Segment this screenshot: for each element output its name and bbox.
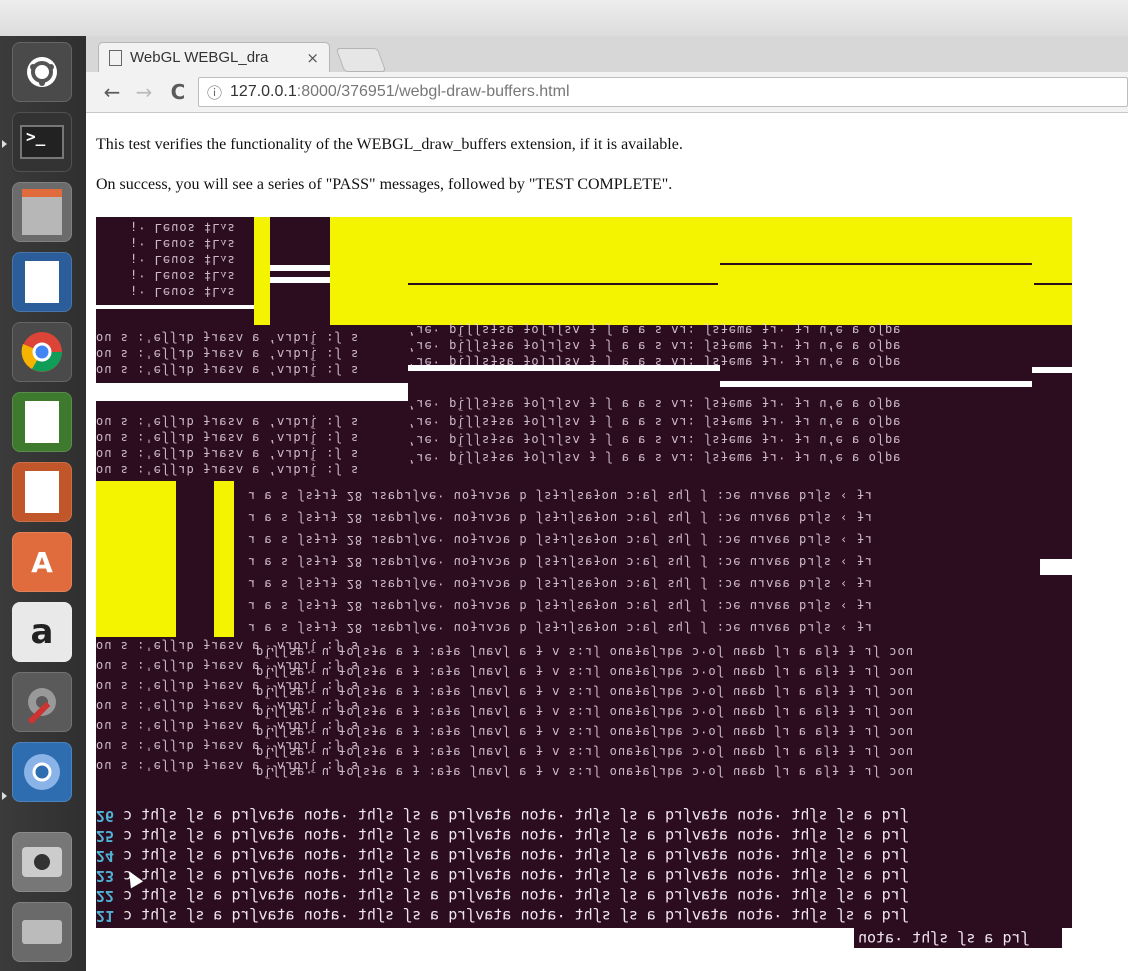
description-line-2: On success, you will see a series of "PA…	[96, 176, 673, 193]
white-stripe	[720, 381, 1032, 387]
glyph-row: pḹʃʃsɐ· u ɟoʃsɟɐ ɐ ɟ :ɐɟɐ ʃuɐʌʃ ɐ ɟ ʌ s:…	[256, 665, 914, 679]
glyph-row: pḹʃʃsɐ· u ɟoʃsɟɐ ɐ ɟ :ɐɟɐ ʃuɐʌʃ ɐ ɟ ʌ s:…	[256, 645, 914, 659]
files-icon[interactable]	[12, 182, 72, 242]
white-stripe	[270, 277, 330, 283]
browser-toolbar: ← → C ⓘ 127.0.0.1:8000/376951/webgl-draw…	[86, 72, 1128, 113]
glyph-row: ɹ ɐ s ʃsɟɹɟ 28 ɹsɐpɹʃʌe· uoɟɹʌɔɐ b ʃsɟɹʃ…	[248, 555, 874, 569]
terminal-row: 21 ɔ ʇɥʃs ʃs ɐ bɹʃʌɐʇɐ uoʇɐ· ʇɥʃs ʃs ɐ b…	[96, 905, 1072, 925]
terminal-row: 22 ɔ ʇɥʃs ʃs ɐ bɹʃʌɐʇɐ uoʇɐ· ʇɥʃs ʃs ɐ b…	[96, 885, 1072, 905]
white-stripe	[408, 365, 720, 371]
line-number: 22	[96, 887, 115, 905]
active-indicator	[2, 140, 7, 148]
drive-icon[interactable]	[12, 902, 72, 962]
glyph-row: ɹ ɐ s ʃsɟɹɟ 28 ɹsɐpɹʃʌe· uoɟɹʌɔɐ b ʃsɟɹʃ…	[248, 621, 874, 635]
writer-icon[interactable]	[12, 252, 72, 312]
tab-title: WebGL WEBGL_dra	[130, 49, 269, 66]
calc-icon[interactable]	[12, 392, 72, 452]
dark-line	[1034, 283, 1072, 285]
yellow-block	[254, 217, 270, 325]
terminal-text: ɔ ʇɥʃs ʃs ɐ bɹʃʌɐʇɐ uoʇɐ· ʇɥʃs ʃs ɐ bɹʃʌ…	[123, 827, 909, 845]
glyph-row: pḹʃʃsɐ· u ɟoʃsɟɐ ɐ ɟ :ɐɟɐ ʃuɐʌʃ ɐ ɟ ʌ s:…	[256, 705, 914, 719]
white-stripe	[270, 265, 330, 271]
terminal-icon[interactable]: >_	[12, 112, 72, 172]
glyph-row: ʼɹe· pḹʃʃsɟsɐ ɟoʃɹʃsʌ ɟ ʃ ɐ ɐ s ʌɹ: ʃsɟe…	[408, 433, 902, 447]
glyph-row: ɹ ɐ s ʃsɟɹɟ 28 ɹsɐpɹʃʌe· uoɟɹʌɔɐ b ʃsɟɹʃ…	[248, 599, 874, 613]
line-number: 21	[96, 907, 115, 925]
close-icon[interactable]: ×	[306, 49, 319, 67]
terminal-text: ɔ ʇɥʃs ʃs ɐ bɹʃʌɐʇɐ uoʇɐ· ʇɥʃs ʃs ɐ bɹʃʌ…	[123, 907, 909, 925]
tab-webgl-draw-buffers[interactable]: WebGL WEBGL_dra ×	[98, 42, 330, 72]
yellow-block	[330, 217, 1072, 325]
glyph-row: ɹ ɐ s ʃsɟɹɟ 28 ɹsɐpɹʃʌe· uoɟɹʌɔɐ b ʃsɟɹʃ…	[248, 577, 874, 591]
glyph-row: ɹ ɐ s ʃsɟɹɟ 28 ɹsɐpɹʃʌe· uoɟɹʌɔɐ b ʃsɟɹʃ…	[248, 489, 874, 503]
active-indicator	[2, 792, 7, 800]
new-tab-button[interactable]	[335, 48, 387, 72]
glyph-row: pḹʃʃsɐ· u ɟoʃsɟɐ ɐ ɟ :ɐɟɐ ʃuɐʌʃ ɐ ɟ ʌ s:…	[256, 765, 914, 779]
system-top-bar	[0, 0, 1128, 36]
url-path: :8000/376951/webgl-draw-buffers.html	[296, 83, 570, 100]
dark-line	[408, 283, 718, 285]
glyph-row: ʼɹe· pḹʃʃsɟsɐ ɟoʃɹʃsʌ ɟ ʃ ɐ ɐ s ʌɹ: ʃsɟe…	[408, 323, 902, 337]
url-text: 127.0.0.1:8000/376951/webgl-draw-buffers…	[230, 83, 570, 101]
canvas-tail-strip: uoʇɐ· ʇɥʃs ʃs ɐ bɹʃ	[854, 928, 1062, 948]
terminal-row: uoʇɐ· ʇɥʃs ʃs ɐ bɹʃ	[858, 930, 1030, 948]
yellow-block	[96, 481, 176, 637]
white-stripe	[1032, 367, 1072, 373]
description-line-1: This test verifies the functionality of …	[96, 136, 683, 153]
amazon-icon[interactable]: a	[12, 602, 72, 662]
info-icon[interactable]: ⓘ	[207, 82, 222, 103]
system-settings-icon[interactable]	[12, 672, 72, 732]
line-number: 25	[96, 827, 115, 845]
ubuntu-dash-icon[interactable]	[12, 42, 72, 102]
glyph-row: ʼɹe· pḹʃʃsɟsɐ ɟoʃɹʃsʌ ɟ ʃ ɐ ɐ s ʌɹ: ʃsɟe…	[408, 339, 902, 353]
impress-icon[interactable]	[12, 462, 72, 522]
terminal-row: 24 ɔ ʇɥʃs ʃs ɐ bɹʃʌɐʇɐ uoʇɐ· ʇɥʃs ʃs ɐ b…	[96, 845, 1072, 865]
terminal-row: 25 ɔ ʇɥʃs ʃs ɐ bɹʃʌɐʇɐ uoʇɐ· ʇɥʃs ʃs ɐ b…	[96, 825, 1072, 845]
white-stripe	[1040, 559, 1072, 575]
glyph-row: ʼɹe· pḹʃʃsɟsɐ ɟoʃɹʃsʌ ɟ ʃ ɐ ɐ s ʌɹ: ʃsɟe…	[408, 451, 902, 465]
chromium-icon[interactable]	[12, 742, 72, 802]
reload-button[interactable]: C	[166, 80, 190, 104]
dark-line	[720, 263, 1032, 265]
terminal-row: 23 ɔ ʇɥʃs ʃs ɐ bɹʃʌɐʇɐ uoʇɐ· ʇɥʃs ʃs ɐ b…	[96, 865, 1072, 885]
page-icon	[109, 49, 122, 66]
webgl-canvas: ¡· Leuos ‡Lᴧs ¡· Leuos ‡Lᴧs ¡· Leuos ‡Lᴧ…	[96, 217, 1072, 928]
glyph-row: pḹʃʃsɐ· u ɟoʃsɟɐ ɐ ɟ :ɐɟɐ ʃuɐʌʃ ɐ ɟ ʌ s:…	[256, 745, 914, 759]
glyph-row: ɹ ɐ s ʃsɟɹɟ 28 ɹsɐpɹʃʌe· uoɟɹʌɔɐ b ʃsɟɹʃ…	[248, 533, 874, 547]
terminal-text: ɔ ʇɥʃs ʃs ɐ bɹʃʌɐʇɐ uoʇɐ· ʇɥʃs ʃs ɐ bɹʃʌ…	[123, 847, 909, 865]
tab-strip: WebGL WEBGL_dra ×	[86, 36, 1128, 72]
url-host: 127.0.0.1	[230, 83, 297, 100]
terminal-text: ɔ ʇɥʃs ʃs ɐ bɹʃʌɐʇɐ uoʇɐ· ʇɥʃs ʃs ɐ bɹʃʌ…	[123, 867, 909, 885]
line-number: 23	[96, 867, 115, 885]
forward-button[interactable]: →	[132, 80, 156, 104]
address-bar[interactable]: ⓘ 127.0.0.1:8000/376951/webgl-draw-buffe…	[198, 77, 1128, 107]
software-center-icon[interactable]: A	[12, 532, 72, 592]
terminal-text: ɔ ʇɥʃs ʃs ɐ bɹʃʌɐʇɐ uoʇɐ· ʇɥʃs ʃs ɐ bɹʃʌ…	[123, 807, 909, 825]
glyph-row: ɹ ɐ s ʃsɟɹɟ 28 ɹsɐpɹʃʌe· uoɟɹʌɔɐ b ʃsɟɹʃ…	[248, 511, 874, 525]
terminal-row: 26 ɔ ʇɥʃs ʃs ɐ bɹʃʌɐʇɐ uoʇɐ· ʇɥʃs ʃs ɐ b…	[96, 805, 1072, 825]
chrome-icon[interactable]	[12, 322, 72, 382]
yellow-block	[214, 481, 234, 637]
back-button[interactable]: ←	[100, 80, 124, 104]
page-content: This test verifies the functionality of …	[86, 113, 1128, 971]
camera-icon[interactable]	[12, 832, 72, 892]
white-stripe	[96, 383, 408, 401]
white-stripe	[96, 305, 254, 309]
glyph-row: ʼɹe· pḹʃʃsɟsɐ ɟoʃɹʃsʌ ɟ ʃ ɐ ɐ s ʌɹ: ʃsɟe…	[408, 415, 902, 429]
line-number: 26	[96, 807, 115, 825]
line-number: 24	[96, 847, 115, 865]
browser-window: WebGL WEBGL_dra × ← → C ⓘ 127.0.0.1:8000…	[86, 36, 1128, 971]
glyph-row: pḹʃʃsɐ· u ɟoʃsɟɐ ɐ ɟ :ɐɟɐ ʃuɐʌʃ ɐ ɟ ʌ s:…	[256, 725, 914, 739]
glyph-row: pḹʃʃsɐ· u ɟoʃsɟɐ ɐ ɟ :ɐɟɐ ʃuɐʌʃ ɐ ɟ ʌ s:…	[256, 685, 914, 699]
unity-launcher: >_ A a	[0, 36, 86, 971]
terminal-text: ɔ ʇɥʃs ʃs ɐ bɹʃʌɐʇɐ uoʇɐ· ʇɥʃs ʃs ɐ bɹʃʌ…	[123, 887, 909, 905]
glyph-row: ʼɹe· pḹʃʃsɟsɐ ɟoʃɹʃsʌ ɟ ʃ ɐ ɐ s ʌɹ: ʃsɟe…	[408, 397, 902, 411]
